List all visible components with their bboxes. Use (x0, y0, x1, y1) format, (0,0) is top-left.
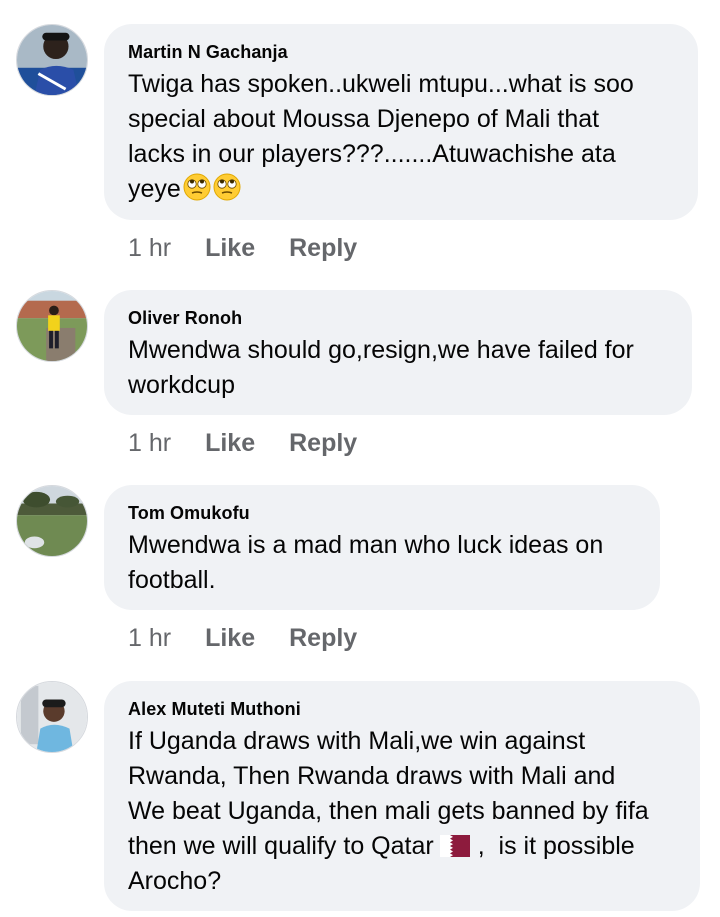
avatar[interactable] (16, 290, 88, 362)
avatar-photo (17, 25, 87, 95)
avatar-photo (17, 291, 87, 361)
comment-text-line: Mwendwa should go,resign,we have failed … (128, 336, 634, 364)
comment-author[interactable]: Alex Muteti Muthoni (128, 698, 676, 720)
qatar-flag-icon (439, 832, 470, 857)
comment-timestamp[interactable]: 1 hr (128, 624, 171, 653)
comment-timestamp[interactable]: 1 hr (128, 429, 171, 458)
comment-text: Twiga has spoken..ukweli mtupu...what is… (128, 67, 674, 207)
comment-text-line: yeye (128, 172, 674, 207)
comment-text-line: football. (128, 566, 216, 594)
comment-text-fragment: then we will qualify to Qatar (128, 832, 434, 860)
comment-bubble: Martin N Gachanja Twiga has spoken..ukwe… (104, 24, 698, 220)
face-with-rolling-eyes-icon (183, 173, 211, 201)
comment-text-line: special about Moussa Djenepo of Mali tha… (128, 105, 600, 133)
avatar-photo (17, 486, 87, 556)
comment-bubble: Tom Omukofu Mwendwa is a mad man who luc… (104, 485, 660, 610)
like-button[interactable]: Like (205, 234, 255, 263)
comment-author[interactable]: Tom Omukofu (128, 502, 636, 524)
comment-text-line: workdcup (128, 371, 235, 399)
comment-text-line: If Uganda draws with Mali,we win against (128, 727, 586, 755)
reply-button[interactable]: Reply (289, 234, 357, 263)
reply-button[interactable]: Reply (289, 429, 357, 458)
avatar[interactable] (16, 681, 88, 753)
comment-timestamp[interactable]: 1 hr (128, 234, 171, 263)
comment-text: Mwendwa should go,resign,we have failed … (128, 333, 668, 403)
comment-text: If Uganda draws with Mali,we win against… (128, 724, 676, 899)
comment-actions: 1 hr Like Reply (128, 624, 357, 653)
avatar[interactable] (16, 24, 88, 96)
like-button[interactable]: Like (205, 624, 255, 653)
like-button[interactable]: Like (205, 429, 255, 458)
comment-text-fragment: , is it possible (477, 832, 635, 860)
avatar-photo (17, 682, 87, 752)
comment-text-line: We beat Uganda, then mali gets banned by… (128, 797, 649, 825)
reply-button[interactable]: Reply (289, 624, 357, 653)
comment-text-line: lacks in our players???.......Atuwachish… (128, 140, 616, 168)
comment-actions: 1 hr Like Reply (128, 234, 357, 263)
face-with-rolling-eyes-icon (213, 173, 241, 201)
comment-text: Mwendwa is a mad man who luck ideas on f… (128, 528, 636, 598)
comment-author[interactable]: Oliver Ronoh (128, 307, 668, 329)
comment-text-line: then we will qualify to Qatar , is it pos… (128, 829, 676, 864)
comment-text-line: Arocho? (128, 867, 222, 895)
comment-actions: 1 hr Like Reply (128, 429, 357, 458)
comment-text-line: Twiga has spoken..ukweli mtupu...what is… (128, 70, 634, 98)
comment-bubble: Oliver Ronoh Mwendwa should go,resign,we… (104, 290, 692, 415)
comment-text-line: Rwanda, Then Rwanda draws with Mali and (128, 762, 616, 790)
comment-text-fragment: yeye (128, 175, 181, 203)
comment-author[interactable]: Martin N Gachanja (128, 41, 674, 63)
comment-bubble: Alex Muteti Muthoni If Uganda draws with… (104, 681, 700, 911)
avatar[interactable] (16, 485, 88, 557)
comment-text-line: Mwendwa is a mad man who luck ideas on (128, 531, 604, 559)
